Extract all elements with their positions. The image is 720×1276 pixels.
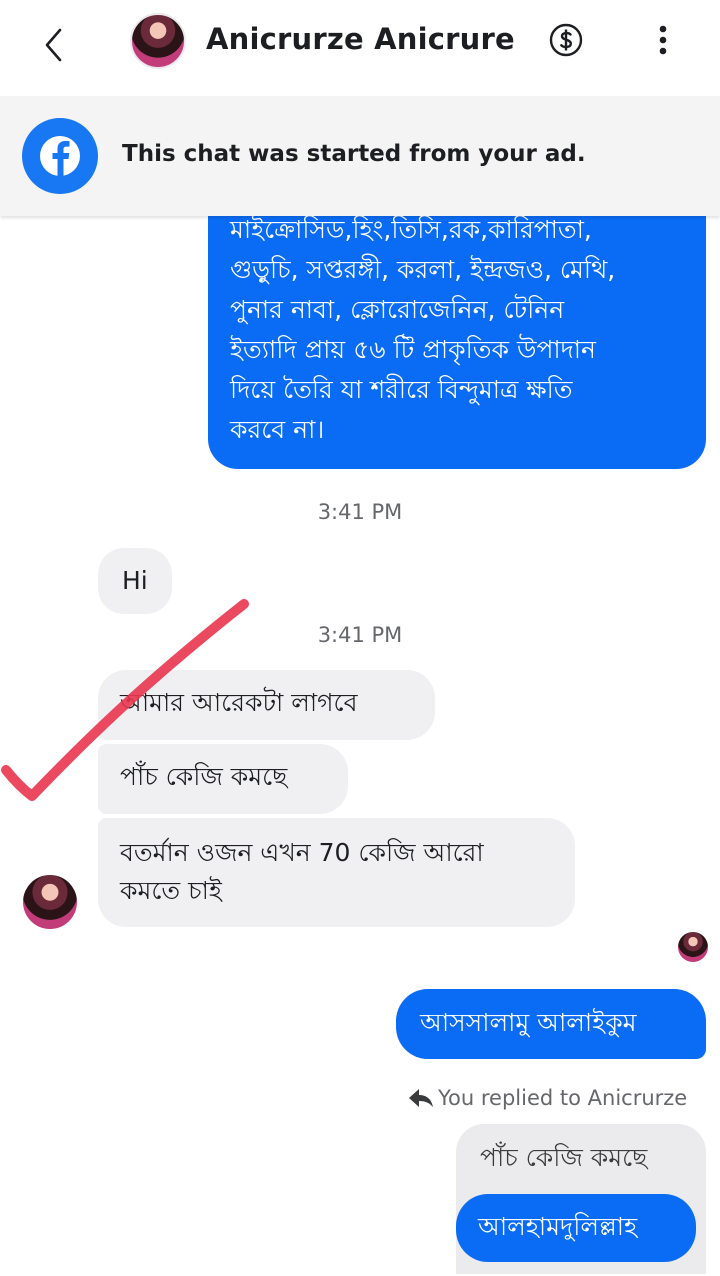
back-button[interactable] bbox=[30, 20, 80, 70]
contact-name[interactable]: Anicrurze Anicrure bbox=[206, 22, 515, 56]
outgoing-message[interactable]: আলহামদুলিল্লাহ bbox=[456, 1194, 696, 1262]
chat-screen: Anicrurze Anicrure This chat was started… bbox=[0, 0, 720, 1276]
message-text: পাঁচ কেজি কমছে bbox=[120, 762, 288, 791]
incoming-message[interactable]: পাঁচ কেজি কমছে bbox=[98, 744, 348, 814]
outgoing-message[interactable]: আসসালামু আলাইকুম bbox=[396, 989, 706, 1059]
contact-avatar[interactable] bbox=[130, 13, 186, 69]
message-line: দিয়ে তৈরি যা শরীরে বিন্দুমাত্র ক্ষতি bbox=[230, 375, 573, 404]
ad-origin-banner[interactable]: This chat was started from your ad. bbox=[0, 96, 720, 216]
incoming-message[interactable]: আমার আরেকটা লাগবে bbox=[98, 670, 435, 740]
message-timestamp: 3:41 PM bbox=[317, 623, 403, 647]
message-timestamp: 3:41 PM bbox=[317, 500, 403, 524]
message-line: মাইক্রোসিড,হিং,তিসি,রক,কারিপাতা, bbox=[230, 215, 592, 244]
reply-indicator: You replied to Anicrurze bbox=[408, 1086, 687, 1110]
read-receipt-avatar bbox=[678, 932, 708, 962]
message-line: কমতে চাই bbox=[120, 876, 222, 905]
message-line: বতর্মান ওজন এখন 70 কেজি আরো bbox=[120, 838, 484, 867]
reply-arrow-icon bbox=[409, 1089, 433, 1107]
more-options-button[interactable] bbox=[650, 20, 676, 60]
incoming-message[interactable]: Hi bbox=[98, 548, 172, 614]
outgoing-message-long[interactable]: মাইক্রোসিড,হিং,তিসি,রক,কারিপাতা, গুড়ুচি… bbox=[208, 190, 706, 469]
message-text: আমার আরেকটা লাগবে bbox=[120, 688, 358, 717]
dollar-circle-icon bbox=[549, 23, 583, 57]
reply-label-text: You replied to Anicrurze bbox=[438, 1086, 688, 1110]
message-text: আলহামদুলিল্লাহ bbox=[478, 1212, 638, 1241]
incoming-message[interactable]: বতর্মান ওজন এখন 70 কেজি আরো কমতে চাই bbox=[98, 818, 575, 927]
facebook-icon bbox=[22, 118, 98, 194]
more-vertical-icon bbox=[659, 25, 667, 55]
message-text: আসসালামু আলাইকুম bbox=[420, 1008, 637, 1037]
sender-avatar[interactable] bbox=[23, 875, 77, 929]
ad-banner-text: This chat was started from your ad. bbox=[122, 141, 586, 167]
message-line: করবে না। bbox=[230, 415, 325, 444]
message-line: গুড়ুচি, সপ্তরঙ্গী, করলা, ইন্দ্রজও, মেথি… bbox=[230, 255, 616, 284]
message-line: ইত্যাদি প্রায় ৫৬ টি প্রাকৃতিক উপাদান bbox=[230, 335, 596, 364]
quoted-text: পাঁচ কেজি কমছে bbox=[480, 1143, 648, 1172]
message-text: Hi bbox=[122, 566, 148, 595]
chat-header: Anicrurze Anicrure bbox=[0, 0, 720, 96]
chevron-left-icon bbox=[45, 28, 62, 62]
message-line: পুনার নাবা, ক্লোরোজেনিন, টেনিন bbox=[230, 295, 565, 324]
payment-button[interactable] bbox=[548, 22, 584, 58]
